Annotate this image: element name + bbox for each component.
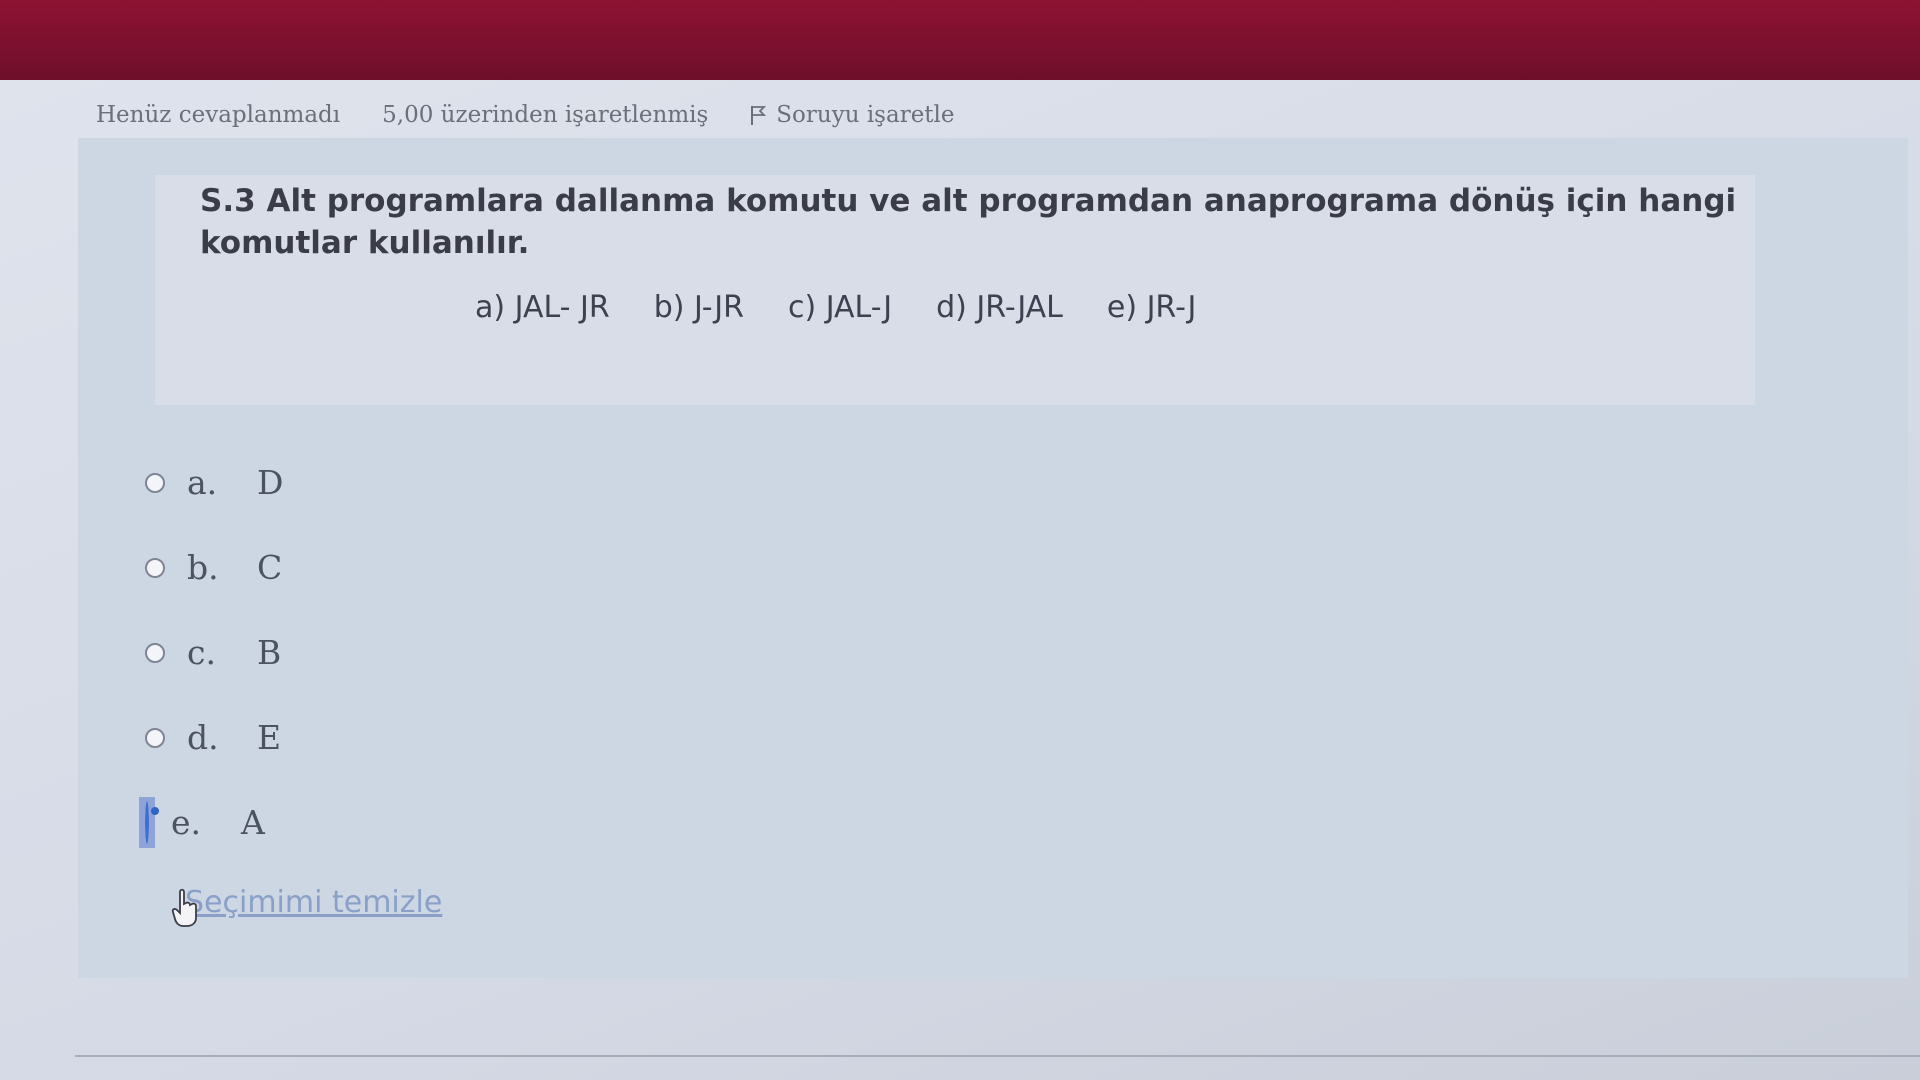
radio-button[interactable] [145,727,165,748]
question-option: e) JR-J [1106,290,1197,325]
bottom-divider [75,1055,1920,1057]
question-title: S.3 Alt programlara dallanma komutu ve a… [200,183,1737,261]
question-options-line: a) JAL- JR b) J-JR c) JAL-J d) JR-JAL e)… [475,290,1196,325]
radio-button[interactable] [145,642,165,663]
answer-state-text: Henüz cevaplanmadı [96,102,341,128]
answer-letter: c. [187,633,216,672]
clear-selection-link[interactable]: Seçimimi temizle [185,885,442,920]
answer-option-d[interactable]: d. E [145,695,283,780]
radio-button[interactable] [145,557,165,578]
answer-text: B [257,633,282,672]
answer-option-a[interactable]: a. D [145,440,283,525]
question-option: b) J-JR [653,290,744,325]
hand-cursor-icon [171,888,197,927]
question-option: d) JR-JAL [936,290,1063,325]
answer-letter: a. [187,463,218,502]
question-option: c) JAL-J [787,290,893,325]
radio-button[interactable] [145,472,165,493]
answer-option-b[interactable]: b. C [145,525,283,610]
answer-option-c[interactable]: c. B [145,610,283,695]
flag-question-link[interactable]: Soruyu işaretle [750,102,955,128]
radio-button-checked[interactable] [145,801,149,844]
radio-focus-highlight [139,797,155,848]
answer-letter: e. [171,803,202,842]
question-option: a) JAL- JR [475,290,610,325]
answer-option-e[interactable]: e. A [139,780,283,865]
answer-text: E [257,718,282,757]
answer-text: D [257,463,284,502]
answer-letter: b. [187,548,219,587]
points-text: 5,00 üzerinden işaretlenmiş [382,102,709,128]
flag-icon [751,106,767,125]
flag-label: Soruyu işaretle [776,102,955,128]
answer-letter: d. [187,718,219,757]
question-info-row: Henüz cevaplanmadı 5,00 üzerinden işaret… [96,95,955,135]
answer-list: a. D b. C c. B d. E e. A [139,440,283,865]
top-header-bar [0,0,1920,80]
answer-text: C [257,548,283,587]
answer-text: A [241,803,265,842]
